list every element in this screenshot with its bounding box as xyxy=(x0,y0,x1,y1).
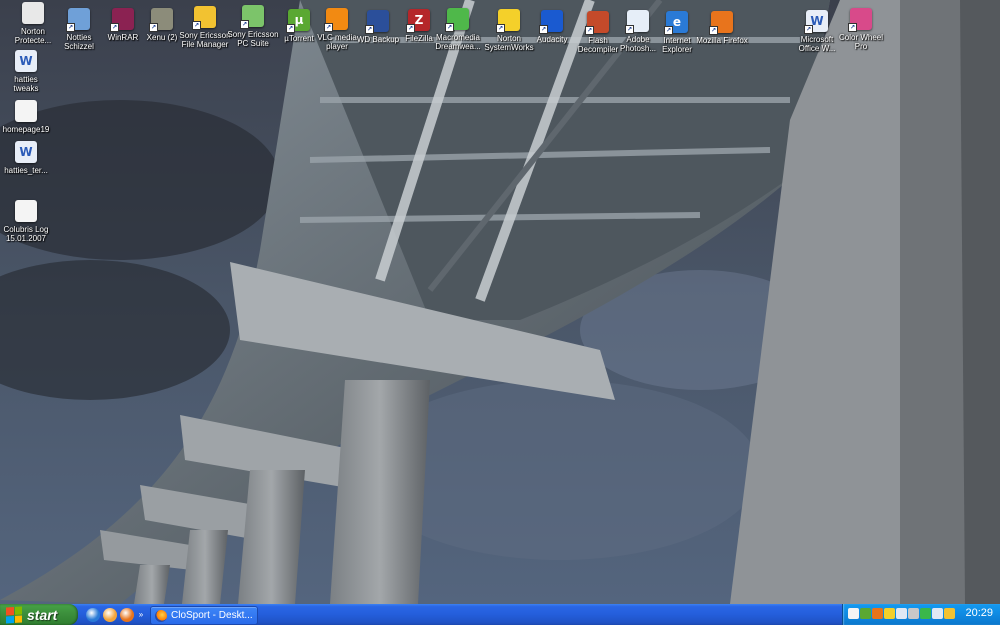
sony-ericsson-pc-suite-icon: ↗ xyxy=(240,5,264,29)
ql-firefox-icon[interactable] xyxy=(120,607,134,622)
taskbar-window-button[interactable]: CloSport - Deskt... xyxy=(150,606,258,625)
shortcut-arrow-icon: ↗ xyxy=(286,24,295,33)
tray-icon-6[interactable] xyxy=(908,608,919,619)
tray-icon-4[interactable] xyxy=(884,608,895,619)
desktop-icon-label: Color Wheel Pro xyxy=(838,33,883,51)
shortcut-arrow-icon: ↗ xyxy=(664,26,673,35)
norton-protected-icon xyxy=(22,2,44,24)
start-label: start xyxy=(27,606,58,623)
shortcut-arrow-icon: ↗ xyxy=(110,23,119,32)
dreamweaver-icon: ↗ xyxy=(445,8,469,32)
shortcut-arrow-icon: ↗ xyxy=(804,25,813,34)
taskbar-window-title: CloSport - Deskt... xyxy=(171,610,253,621)
shortcut-arrow-icon: ↗ xyxy=(365,25,374,34)
taskbar: start » CloSport - Deskt... 20:29 xyxy=(0,604,1000,625)
desktop-icon-label: Colubris Log 15.01.2007 xyxy=(3,225,49,243)
colubris-log-icon xyxy=(15,200,37,222)
shortcut-arrow-icon: ↗ xyxy=(149,23,158,32)
firefox-icon xyxy=(155,609,167,622)
mozilla-firefox-icon: ↗ xyxy=(709,11,733,35)
color-wheel-pro-icon: ↗ xyxy=(848,8,872,32)
desktop-icon-colubris-log[interactable]: Colubris Log 15.01.2007 xyxy=(0,200,57,243)
desktop-icon-color-wheel-pro[interactable]: ↗ Color Wheel Pro xyxy=(830,8,892,51)
quick-launch-more-button[interactable]: » xyxy=(137,610,145,619)
tray-icon-8[interactable] xyxy=(932,608,943,619)
desktop-icon-label: hatties tweaks xyxy=(13,75,39,93)
desktop-icon-label: homepage19 xyxy=(2,125,50,134)
xenu-icon: ↗ xyxy=(149,8,173,32)
notties-schizzel-icon: ↗ xyxy=(66,8,90,32)
shortcut-arrow-icon: ↗ xyxy=(585,26,594,35)
shortcut-arrow-icon: ↗ xyxy=(539,25,548,34)
shortcut-arrow-icon: ↗ xyxy=(709,26,718,35)
vlc-icon: ↗ xyxy=(324,8,348,32)
tray-icon-3[interactable] xyxy=(872,608,883,619)
desktop-icon-label: Mozilla Firefox xyxy=(696,36,748,45)
ql-internet-explorer-icon[interactable] xyxy=(86,607,100,622)
tray-icon-7[interactable] xyxy=(920,608,931,619)
shortcut-arrow-icon: ↗ xyxy=(406,24,415,33)
quick-launch-bar: » xyxy=(86,606,145,623)
norton-systemworks-icon: ↗ xyxy=(496,9,520,33)
sony-ericsson-file-manager-icon: ↗ xyxy=(192,6,216,30)
tray-icon-5[interactable] xyxy=(896,608,907,619)
desktop-icon-mozilla-firefox[interactable]: ↗ Mozilla Firefox xyxy=(691,11,753,45)
shortcut-arrow-icon: ↗ xyxy=(66,23,75,32)
shortcut-arrow-icon: ↗ xyxy=(192,21,201,30)
hatties-ter-icon: W xyxy=(15,141,37,163)
homepage19-icon xyxy=(15,100,37,122)
desktop-icon-label: hatties_ter... xyxy=(4,166,48,175)
windows-logo-icon xyxy=(6,605,22,624)
shortcut-arrow-icon: ↗ xyxy=(324,23,333,32)
shortcut-arrow-icon: ↗ xyxy=(848,23,857,32)
audacity-icon: ↗ xyxy=(539,10,563,34)
shortcut-arrow-icon: ↗ xyxy=(496,24,505,33)
flash-decompiler-icon: ↗ xyxy=(585,11,609,35)
microsoft-office-word-icon: W ↗ xyxy=(804,10,828,34)
ql-show-desktop-icon[interactable] xyxy=(103,607,117,622)
shortcut-arrow-icon: ↗ xyxy=(625,25,634,34)
system-tray: 20:29 xyxy=(842,604,1000,625)
desktop-wallpaper xyxy=(0,0,1000,604)
tray-icon-2[interactable] xyxy=(860,608,871,619)
shortcut-arrow-icon: ↗ xyxy=(240,20,249,29)
clock[interactable]: 20:29 xyxy=(965,607,993,619)
desktop-icon-hatties-ter[interactable]: Whatties_ter... xyxy=(0,141,57,175)
wd-backup-icon: ↗ xyxy=(365,10,389,34)
start-button[interactable]: start xyxy=(0,604,78,625)
desktop-icon-hatties-tweaks[interactable]: Whatties tweaks xyxy=(0,50,57,93)
internet-explorer-icon: e ↗ xyxy=(664,11,688,35)
desktop-icon-homepage19[interactable]: homepage19 xyxy=(0,100,57,134)
tray-icon-9[interactable] xyxy=(944,608,955,619)
hatties-tweaks-icon: W xyxy=(15,50,37,72)
shortcut-arrow-icon: ↗ xyxy=(445,23,454,32)
tray-icon-1[interactable] xyxy=(848,608,859,619)
